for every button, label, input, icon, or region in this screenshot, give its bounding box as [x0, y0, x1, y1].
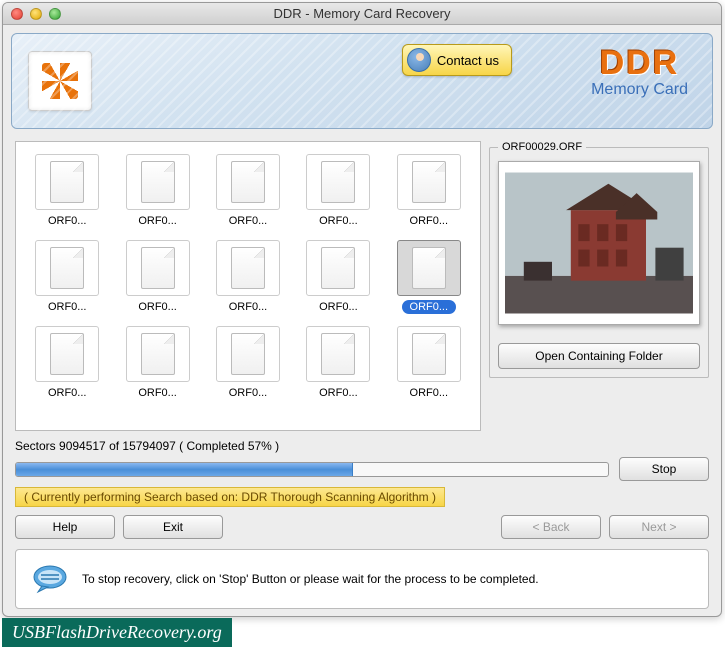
file-icon	[35, 154, 99, 210]
brand-title: DDR	[591, 44, 688, 83]
file-item[interactable]: ORF0...	[24, 322, 110, 404]
chat-bubble-icon	[32, 564, 68, 594]
document-icon	[141, 161, 175, 203]
file-item[interactable]: ORF0...	[24, 150, 110, 232]
file-item[interactable]: ORF0...	[114, 322, 200, 404]
file-label: ORF0...	[221, 386, 276, 400]
open-containing-folder-button[interactable]: Open Containing Folder	[498, 343, 700, 369]
file-item[interactable]: ORF0...	[295, 322, 381, 404]
document-icon	[141, 247, 175, 289]
preview-filename: ORF00029.ORF	[498, 141, 586, 153]
file-icon	[306, 154, 370, 210]
preview-fieldset: ORF00029.ORF	[489, 141, 709, 378]
file-item[interactable]: ORF0...	[205, 322, 291, 404]
document-icon	[231, 333, 265, 375]
progress-fill	[16, 463, 353, 476]
file-label: ORF0...	[311, 386, 366, 400]
nav-spacer	[231, 515, 493, 539]
file-item[interactable]: ORF0...	[24, 236, 110, 318]
sectors-text: Sectors 9094517 of 15794097 ( Completed …	[15, 439, 709, 453]
titlebar: DDR - Memory Card Recovery	[3, 3, 721, 25]
file-icon	[35, 326, 99, 382]
watermark: USBFlashDriveRecovery.org	[2, 618, 232, 647]
brand-block: DDR Memory Card	[591, 44, 688, 99]
file-label: ORF0...	[221, 214, 276, 228]
file-icon	[35, 240, 99, 296]
file-label: ORF0...	[130, 214, 185, 228]
file-label: ORF0...	[311, 300, 366, 314]
document-icon	[321, 247, 355, 289]
file-label: ORF0...	[402, 214, 457, 228]
file-icon	[126, 326, 190, 382]
file-icon	[216, 154, 280, 210]
document-icon	[231, 161, 265, 203]
preview-image-wrap	[498, 161, 700, 325]
file-label: ORF0...	[221, 300, 276, 314]
file-icon	[306, 240, 370, 296]
stop-button[interactable]: Stop	[619, 457, 709, 481]
file-grid-panel: ORF0... ORF0... ORF0... ORF0... ORF0... ORF0.…	[15, 141, 481, 431]
help-button[interactable]: Help	[15, 515, 115, 539]
file-item[interactable]: ORF0...	[386, 236, 472, 318]
exit-button[interactable]: Exit	[123, 515, 223, 539]
contact-label: Contact us	[437, 53, 499, 68]
document-icon	[231, 247, 265, 289]
nav-row: Help Exit < Back Next >	[15, 515, 709, 539]
preview-image	[505, 168, 693, 318]
file-item[interactable]: ORF0...	[386, 322, 472, 404]
file-item[interactable]: ORF0...	[295, 150, 381, 232]
progress-row: Stop	[15, 457, 709, 481]
preview-panel: ORF00029.ORF	[489, 141, 709, 431]
document-icon	[141, 333, 175, 375]
file-item[interactable]: ORF0...	[205, 236, 291, 318]
file-icon	[397, 154, 461, 210]
file-icon	[126, 154, 190, 210]
file-label: ORF0...	[40, 300, 95, 314]
document-icon	[50, 333, 84, 375]
document-icon	[321, 161, 355, 203]
file-label: ORF0...	[311, 214, 366, 228]
window-title: DDR - Memory Card Recovery	[3, 6, 721, 21]
file-icon	[126, 240, 190, 296]
file-item[interactable]: ORF0...	[386, 150, 472, 232]
scan-status-message: ( Currently performing Search based on: …	[15, 487, 445, 507]
file-icon	[397, 326, 461, 382]
next-button[interactable]: Next >	[609, 515, 709, 539]
info-text: To stop recovery, click on 'Stop' Button…	[82, 572, 539, 586]
file-item[interactable]: ORF0...	[295, 236, 381, 318]
document-icon	[412, 247, 446, 289]
file-label: ORF0...	[402, 386, 457, 400]
logo-icon	[42, 63, 78, 99]
document-icon	[412, 161, 446, 203]
app-window: DDR - Memory Card Recovery Contact us DD…	[2, 2, 722, 617]
file-item[interactable]: ORF0...	[114, 236, 200, 318]
file-item[interactable]: ORF0...	[205, 150, 291, 232]
file-icon	[397, 240, 461, 296]
contact-us-button[interactable]: Contact us	[402, 44, 512, 76]
panels-row: ORF0... ORF0... ORF0... ORF0... ORF0... ORF0.…	[15, 141, 709, 431]
file-icon	[306, 326, 370, 382]
file-label: ORF0...	[130, 300, 185, 314]
progress-section: Sectors 9094517 of 15794097 ( Completed …	[15, 439, 709, 507]
brand-subtitle: Memory Card	[591, 81, 688, 99]
file-label: ORF0...	[40, 386, 95, 400]
file-icon	[216, 240, 280, 296]
document-icon	[412, 333, 446, 375]
person-icon	[407, 48, 431, 72]
file-label: ORF0...	[130, 386, 185, 400]
file-icon	[216, 326, 280, 382]
info-box: To stop recovery, click on 'Stop' Button…	[15, 549, 709, 609]
header-banner: Contact us DDR Memory Card	[11, 33, 713, 129]
file-item[interactable]: ORF0...	[114, 150, 200, 232]
file-label: ORF0...	[40, 214, 95, 228]
file-grid: ORF0... ORF0... ORF0... ORF0... ORF0... ORF0.…	[24, 150, 472, 404]
app-logo	[28, 51, 92, 111]
document-icon	[321, 333, 355, 375]
progress-bar	[15, 462, 609, 477]
document-icon	[50, 247, 84, 289]
document-icon	[50, 161, 84, 203]
file-label: ORF0...	[402, 300, 457, 314]
back-button[interactable]: < Back	[501, 515, 601, 539]
content-area: ORF0... ORF0... ORF0... ORF0... ORF0... ORF0.…	[11, 137, 713, 613]
